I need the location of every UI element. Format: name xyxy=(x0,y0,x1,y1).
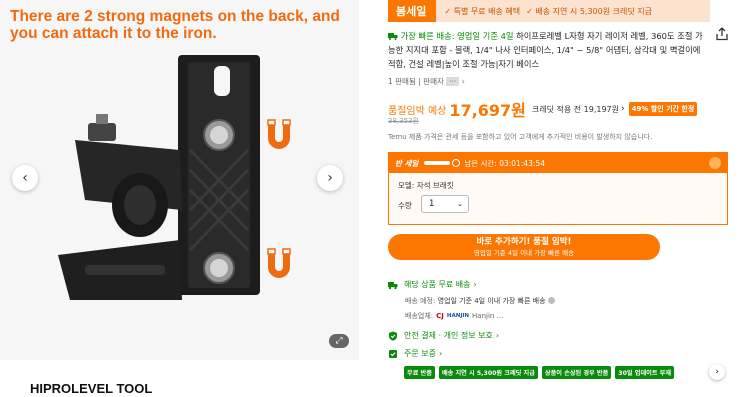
zoom-icon[interactable]: ⤢ xyxy=(329,334,349,348)
badges-next-button[interactable]: › xyxy=(709,364,725,380)
order-guarantee-icon xyxy=(389,349,397,358)
sale-tag: 봄세일 xyxy=(388,0,437,22)
credit-price: 크레딧 적용 전 19,197원 xyxy=(531,104,619,114)
order-protection-title: 주문 보증 xyxy=(404,349,436,358)
quantity-value: 1 xyxy=(429,199,435,209)
old-price: 38,353원 xyxy=(388,117,419,125)
price-value: 17,697원 xyxy=(449,101,526,120)
price-notice: Temu 제품 가격은 관세 등을 포함하고 있어 고객에게 추가적인 비용이 … xyxy=(388,133,653,141)
product-image xyxy=(58,55,260,300)
perk-free-shipping: ✓ 특별 무료 배송 혜택 xyxy=(444,6,521,16)
chevron-right-icon: › xyxy=(461,77,465,86)
clock-icon xyxy=(452,159,461,167)
price-label: 품절임박 예상 xyxy=(388,105,447,117)
seller-label: 판매자 xyxy=(423,77,444,86)
hanjin-logo: HANJIN xyxy=(446,313,470,319)
flash-sale-label: 반 세일 xyxy=(395,158,419,168)
add-to-cart-label: 바로 추가하기! 품절 임박! xyxy=(476,237,572,247)
order-protection-row[interactable]: 주문 보증 › xyxy=(388,348,442,359)
carrier-label: 배송업체: xyxy=(405,312,434,320)
flash-sale-box: 반 세일 남은 시간: 03:01:43:54 모델: 자석 브래킷 수량 1 … xyxy=(388,152,728,225)
magnet-icon xyxy=(267,248,291,278)
info-icon[interactable] xyxy=(547,297,555,304)
model-option[interactable]: 모델: 자석 브래킷 xyxy=(398,180,454,191)
discount-badge: 49% 할인 기간 한정 xyxy=(628,102,698,116)
delivery-estimate: 배송 예정: 영업일 기준 4일 이내 가장 빠른 배송 xyxy=(405,296,555,306)
chevron-right-icon: › xyxy=(495,331,500,340)
prev-image-button[interactable]: ‹ xyxy=(12,165,38,191)
brand-title: HIPROLEVEL TOOL xyxy=(30,381,153,396)
quantity-label: 수량 xyxy=(398,201,412,210)
carrier-hanjin: Hanjin ... xyxy=(472,312,504,320)
share-icon[interactable] xyxy=(715,27,729,41)
product-title: 가장 빠른 배송: 영업일 기준 4일 하이프로레벨 L자형 자기 레이저 레벨… xyxy=(388,29,708,71)
stock-progress-bar xyxy=(424,161,451,165)
price-row: 품절임박 예상 17,697원 크레딧 적용 전 19,197원 › 49% 할… xyxy=(388,97,698,121)
product-image-gallery[interactable]: There are 2 strong magnets on the back, … xyxy=(0,0,359,360)
magnet-icon xyxy=(267,119,291,149)
shield-icon xyxy=(389,331,397,341)
add-to-cart-button[interactable]: 바로 추가하기! 품절 임박! 영업일 기준 4일 이내 가장 빠른 배송 xyxy=(388,234,660,260)
chevron-down-icon: ⌄ xyxy=(457,200,463,208)
chevron-right-icon: › xyxy=(473,280,477,289)
guarantee-badges: 무료 반품 배송 지연 시 5,300원 크레딧 지급 상품이 손상된 경우 반… xyxy=(404,366,675,379)
cj-logo: CJ xyxy=(436,312,444,320)
image-caption: There are 2 strong magnets on the back, … xyxy=(10,8,340,42)
flash-sale-header: 반 세일 남은 시간: 03:01:43:54 xyxy=(389,153,727,173)
sold-count: 1 판매됨 xyxy=(388,77,416,86)
badge-delay-credit: 배송 지연 시 5,300원 크레딧 지급 xyxy=(438,366,538,379)
fast-delivery-label: 가장 빠른 배송: 영업일 기준 4일 xyxy=(400,31,514,41)
next-image-button[interactable]: › xyxy=(317,165,343,191)
seller-link[interactable]: ··· xyxy=(446,77,460,86)
sale-banner: 봄세일 ✓ 특별 무료 배송 혜택 ✓ 배송 지연 시 5,300원 크레딧 지… xyxy=(388,0,710,22)
chevron-right-icon: › xyxy=(438,349,443,358)
perk-delay-credit: ✓ 배송 지연 시 5,300원 크레딧 지급 xyxy=(526,6,652,16)
badge-damage-return: 상품이 손상된 경우 반품 xyxy=(541,366,612,379)
quantity-select[interactable]: 1 ⌄ xyxy=(421,195,469,213)
delivery-estimate-value: 영업일 기준 4일 이내 가장 빠른 배송 xyxy=(437,297,546,305)
chevron-right-icon: › xyxy=(621,104,625,114)
seller-row: 1 판매됨 | 판매자 ··· › xyxy=(388,77,465,86)
add-to-cart-sublabel: 영업일 기준 4일 이내 가장 빠른 배송 xyxy=(473,249,575,257)
safe-payment-title: 안전 결제 · 개인 정보 보호 xyxy=(404,331,493,340)
truck-icon xyxy=(388,33,398,40)
truck-icon xyxy=(388,281,398,289)
badge-30day: 30일 업데이트 부재 xyxy=(615,366,675,379)
carrier-row: 배송업체: CJ HANJIN Hanjin ... xyxy=(405,311,503,321)
safe-payment-row[interactable]: 안전 결제 · 개인 정보 보호 › xyxy=(388,330,499,341)
countdown-timer: 남은 시간: 03:01:43:54 xyxy=(464,158,545,168)
delivery-estimate-label: 배송 예정: xyxy=(405,297,436,305)
free-shipping-row[interactable]: 해당 상품 무료 배송 › xyxy=(388,279,477,290)
free-shipping-title: 해당 상품 무료 배송 xyxy=(404,280,471,289)
flash-decoration-icon xyxy=(709,157,721,169)
badge-free-return: 무료 반품 xyxy=(404,366,435,379)
